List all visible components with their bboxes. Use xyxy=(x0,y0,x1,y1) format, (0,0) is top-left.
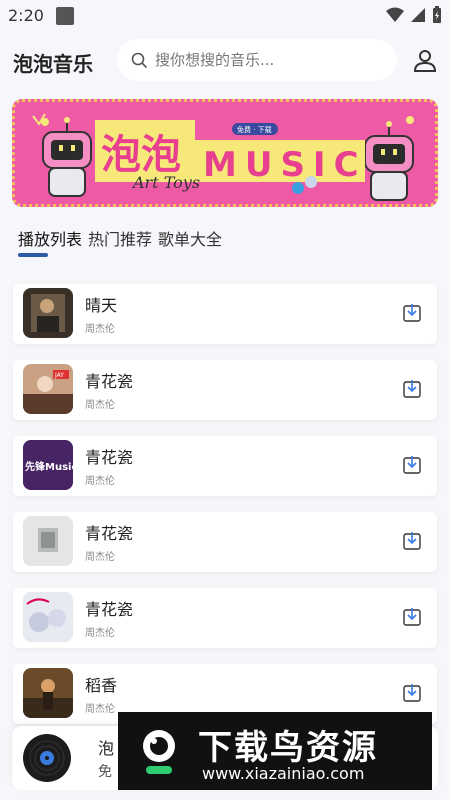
download-icon[interactable] xyxy=(402,531,422,551)
song-artist: 周杰伦 xyxy=(85,324,115,335)
search-input[interactable] xyxy=(155,51,375,69)
song-artist: 周杰伦 xyxy=(85,628,115,639)
download-icon[interactable] xyxy=(402,683,422,703)
song-title: 晴天 xyxy=(85,296,118,315)
banner-title-en: MUSIC xyxy=(203,145,367,185)
user-icon[interactable] xyxy=(412,48,438,74)
search-bar[interactable] xyxy=(117,39,397,81)
album-cover xyxy=(23,668,73,718)
header: 泡泡音乐 xyxy=(0,38,450,84)
song-title: 青花瓷 xyxy=(85,372,134,391)
download-icon[interactable] xyxy=(402,607,422,627)
album-cover: JAY xyxy=(23,364,73,414)
notification-icon xyxy=(56,7,74,25)
banner[interactable]: 泡泡 MUSIC Art Toys 免费 · 下载 xyxy=(12,99,438,207)
tab-hot-recommend[interactable]: 热门推荐 xyxy=(88,226,152,260)
banner-title-cn: 泡泡 xyxy=(101,131,181,178)
download-icon[interactable] xyxy=(402,379,422,399)
watermark-title: 下载鸟资源 xyxy=(198,728,378,768)
list-item[interactable]: JAY 青花瓷 周杰伦 xyxy=(13,360,437,420)
banner-badge: 免费 · 下载 xyxy=(237,125,272,134)
signal-icon xyxy=(411,8,425,22)
status-time: 2:20 xyxy=(8,6,44,25)
song-artist: 周杰伦 xyxy=(85,552,115,563)
tab-bar: 播放列表 热门推荐 歌单大全 xyxy=(18,226,222,260)
search-icon xyxy=(131,52,147,68)
watermark-url: www.xiazainiao.com xyxy=(202,764,365,783)
download-icon[interactable] xyxy=(402,303,422,323)
list-item[interactable]: 晴天 周杰伦 xyxy=(13,284,437,344)
album-cover-text: 先锋Music xyxy=(25,460,73,473)
song-artist: 周杰伦 xyxy=(85,476,115,487)
song-title: 青花瓷 xyxy=(85,448,134,467)
status-bar: 2:20 xyxy=(0,0,450,32)
list-item[interactable]: 先锋Music 青花瓷 周杰伦 xyxy=(13,436,437,496)
watermark: 下载鸟资源 www.xiazainiao.com xyxy=(118,712,432,790)
download-icon[interactable] xyxy=(402,455,422,475)
song-artist: 周杰伦 xyxy=(85,704,115,715)
album-cover xyxy=(23,516,73,566)
banner-art: 泡泡 MUSIC Art Toys 免费 · 下载 xyxy=(15,102,435,204)
song-list: 晴天 周杰伦 JAY 青花瓷 周杰伦 先锋Music 青花瓷 周杰伦 青花瓷 周… xyxy=(13,284,437,740)
battery-icon xyxy=(433,6,441,23)
album-cover xyxy=(23,288,73,338)
banner-subtitle: Art Toys xyxy=(131,173,200,192)
player-song-subtitle: 免 xyxy=(98,764,112,780)
status-icons xyxy=(386,6,442,24)
list-item[interactable]: 青花瓷 周杰伦 xyxy=(13,512,437,572)
list-item[interactable]: 青花瓷 周杰伦 xyxy=(13,588,437,648)
active-tab-indicator xyxy=(18,253,48,257)
vinyl-disc-icon xyxy=(23,734,71,782)
song-title: 青花瓷 xyxy=(85,524,134,543)
player-song-title: 泡 xyxy=(98,739,115,758)
tab-all-playlists[interactable]: 歌单大全 xyxy=(158,226,222,260)
song-title: 青花瓷 xyxy=(85,600,134,619)
album-cover: 先锋Music xyxy=(23,440,73,490)
song-artist: 周杰伦 xyxy=(85,400,115,411)
watermark-logo xyxy=(143,730,175,774)
app-title: 泡泡音乐 xyxy=(13,52,93,76)
album-cover-text: JAY xyxy=(54,372,64,379)
album-cover xyxy=(23,592,73,642)
wifi-icon xyxy=(386,7,404,22)
song-title: 稻香 xyxy=(85,676,118,695)
